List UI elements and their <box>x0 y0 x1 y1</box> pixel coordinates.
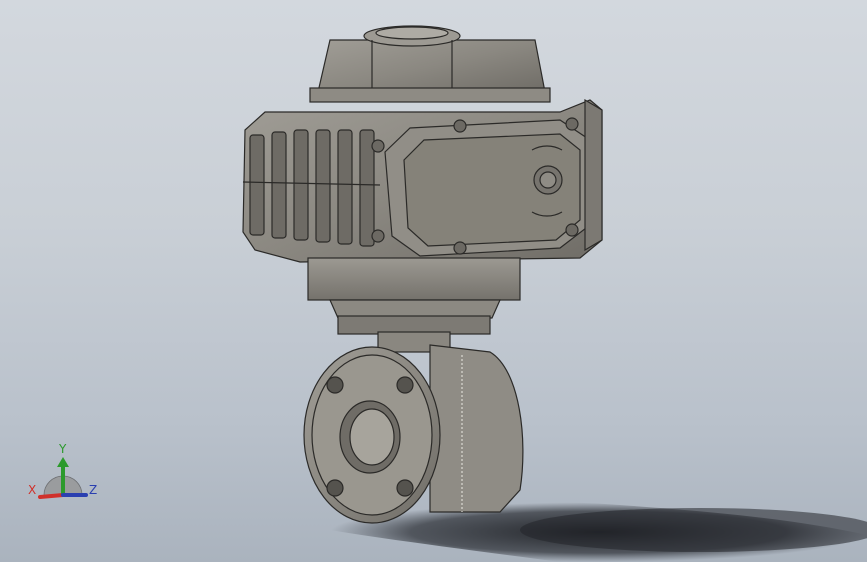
view-orientation-triad[interactable]: X Y Z <box>26 440 106 510</box>
z-axis-label: Z <box>89 483 98 497</box>
y-axis-label: Y <box>59 442 67 456</box>
valve-assembly-model[interactable] <box>0 0 867 562</box>
mounting-bracket[interactable] <box>307 257 521 353</box>
graphics-viewport[interactable]: X Y Z <box>0 0 867 562</box>
x-axis-label: X <box>28 483 37 497</box>
ground-shadow-core <box>520 508 867 552</box>
actuator-top-cover[interactable] <box>309 25 551 103</box>
ball-valve-body[interactable] <box>303 344 524 524</box>
